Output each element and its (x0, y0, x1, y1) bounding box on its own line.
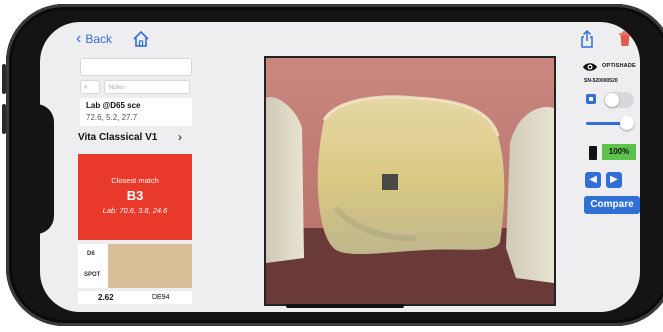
home-icon[interactable] (132, 30, 150, 48)
tooth-image (266, 58, 554, 304)
delta-label: DE94 (152, 294, 170, 301)
serial-number: SN-520000520 (584, 78, 618, 84)
swatch-label-bottom: SPOT (84, 272, 101, 278)
name-field[interactable] (80, 58, 192, 76)
delta-row (78, 291, 192, 304)
measurement-spot (382, 174, 398, 190)
battery-icon (589, 146, 597, 160)
notes-field[interactable]: Notes (104, 80, 190, 94)
match-caption: Closest match (111, 176, 159, 185)
number-field[interactable]: # (80, 80, 100, 94)
phone-side-button (2, 104, 6, 134)
chevron-right-icon[interactable]: › (178, 130, 182, 144)
eye-icon (583, 63, 597, 71)
phone-notch (40, 104, 54, 234)
chevron-left-icon: ‹ (76, 30, 82, 47)
previous-arrow-button[interactable]: ◀ (585, 172, 601, 188)
delta-value: 2.62 (98, 293, 114, 302)
back-button[interactable]: ‹ Back (76, 30, 113, 47)
phone-frame: ‹ Back # Notes Lab @D65 sce 72.6, 5.2, 2… (2, 4, 663, 326)
next-arrow-button[interactable]: ▶ (606, 172, 622, 188)
battery-percent: 100% (602, 144, 636, 160)
shade-swatch (108, 244, 192, 288)
share-icon[interactable] (580, 30, 594, 48)
compare-button[interactable]: Compare (584, 196, 640, 214)
brand-label: OPTISHADE (602, 63, 636, 69)
phone-side-button (2, 64, 6, 94)
trash-icon[interactable] (618, 31, 632, 47)
tooth-photo[interactable] (264, 56, 556, 306)
match-lab: Lab: 70.6, 3.8, 24.6 (102, 206, 168, 215)
back-label: Back (85, 32, 113, 46)
shade-guide-selector[interactable]: Vita Classical V1 (78, 132, 157, 143)
brightness-slider[interactable] (586, 116, 634, 130)
match-shade: B3 (126, 188, 144, 203)
app-screen: ‹ Back # Notes Lab @D65 sce 72.6, 5.2, 2… (40, 22, 640, 312)
lab-readout: Lab @D65 sce 72.6, 5.2, 27.7 (80, 98, 192, 126)
slider-thumb[interactable] (620, 116, 634, 130)
lab-title: Lab @D65 sce (86, 101, 141, 110)
toggle-knob (605, 93, 619, 107)
home-indicator (286, 304, 404, 308)
mode-toggle[interactable] (604, 92, 634, 108)
stop-square-icon[interactable] (586, 94, 596, 104)
lab-values: 72.6, 5.2, 27.7 (86, 113, 138, 122)
swatch-label-top: D6 (87, 251, 95, 257)
closest-match-card: Closest match B3 Lab: 70.6, 3.8, 24.6 (78, 154, 192, 240)
